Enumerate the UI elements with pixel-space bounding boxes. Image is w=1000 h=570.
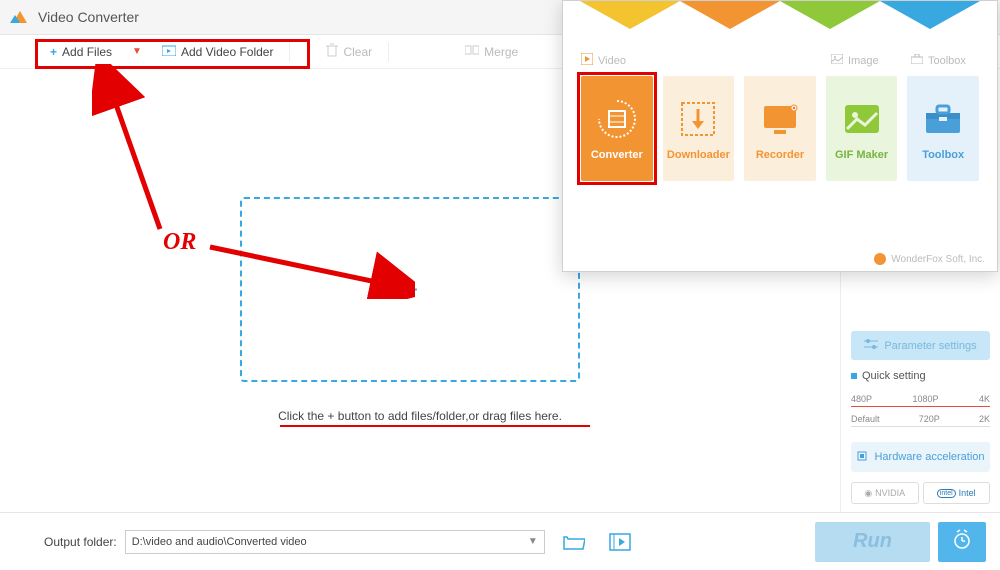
recorder-icon xyxy=(758,97,802,141)
dropdown-caret-icon: ▼ xyxy=(528,536,538,547)
intel-label: Intel xyxy=(959,488,976,498)
header-video: Video xyxy=(581,53,831,68)
open-folder-button[interactable] xyxy=(557,525,591,559)
output-folder-label: Output folder: xyxy=(44,535,117,549)
popup-footer: WonderFox Soft, Inc. xyxy=(874,253,985,265)
header-image: Image xyxy=(831,54,911,67)
popup-headers: Video Image Toolbox xyxy=(563,29,997,76)
hardware-accel-label: Hardware acceleration xyxy=(874,451,984,463)
annotation-arrow-right-icon xyxy=(205,239,415,299)
scale-bottom: Default 720P 2K xyxy=(851,414,990,424)
scale-1080p: 1080P xyxy=(912,394,938,404)
tile-recorder-label: Recorder xyxy=(756,149,804,161)
play-icon xyxy=(581,53,593,68)
add-folder-label: Add Video Folder xyxy=(181,45,274,59)
quality-scale[interactable]: 480P 1080P 4K Default 720P 2K xyxy=(851,392,990,432)
scale-480p: 480P xyxy=(851,394,872,404)
scale-line-gray xyxy=(851,426,990,427)
tiles-row: Converter Downloader Recorder GIF Maker … xyxy=(563,76,997,181)
header-image-label: Image xyxy=(848,55,879,67)
annotation-or-text: OR xyxy=(163,229,196,256)
clear-button[interactable]: Clear xyxy=(314,35,384,68)
schedule-button[interactable] xyxy=(938,522,986,562)
bottombar: Output folder: D:\video and audio\Conver… xyxy=(0,512,1000,570)
scale-line-red xyxy=(851,406,990,407)
parameter-settings-button[interactable]: Parameter settings xyxy=(851,331,990,361)
drop-hint: Click the + button to add files/folder,o… xyxy=(278,409,562,423)
tile-toolbox[interactable]: Toolbox xyxy=(907,76,979,181)
add-files-dropdown-icon[interactable]: ▼ xyxy=(132,46,142,57)
divider xyxy=(289,42,290,62)
folder-video-icon xyxy=(162,44,176,59)
header-toolbox: Toolbox xyxy=(911,54,966,67)
deco-triangle-icon xyxy=(880,1,980,29)
scale-top: 480P 1080P 4K xyxy=(851,394,990,404)
nvidia-badge[interactable]: ◉ NVIDIA xyxy=(851,482,919,504)
sliders-icon xyxy=(864,338,878,353)
output-folder-path: D:\video and audio\Converted video xyxy=(132,536,307,548)
annotation-underline xyxy=(280,425,590,427)
run-button[interactable]: Run xyxy=(815,522,930,562)
add-files-label: Add Files xyxy=(62,45,112,59)
image-icon xyxy=(831,54,843,67)
clear-label: Clear xyxy=(343,45,372,59)
toolbox-header-icon xyxy=(911,54,923,67)
scale-4k: 4K xyxy=(979,394,990,404)
trash-icon xyxy=(326,43,338,60)
dot-icon xyxy=(851,373,857,379)
wonderfox-logo-icon xyxy=(874,253,886,265)
app-title: Video Converter xyxy=(38,9,139,25)
quick-setting-text: Quick setting xyxy=(862,370,926,382)
merge-label: Merge xyxy=(484,45,518,59)
run-label: Run xyxy=(853,530,892,553)
scale-2k: 2K xyxy=(979,414,990,424)
intel-badge[interactable]: intel Intel xyxy=(923,482,991,504)
vendor-row: ◉ NVIDIA intel Intel xyxy=(851,482,990,504)
merge-icon xyxy=(465,44,479,59)
tile-converter[interactable]: Converter xyxy=(581,76,653,181)
tile-downloader-label: Downloader xyxy=(667,149,730,161)
chip-icon xyxy=(856,450,868,465)
clock-icon xyxy=(951,528,973,556)
header-toolbox-label: Toolbox xyxy=(928,55,966,67)
nvidia-label: NVIDIA xyxy=(875,488,905,498)
module-popup: Video Image Toolbox Converter D xyxy=(562,0,998,272)
tile-converter-label: Converter xyxy=(591,149,643,161)
tile-toolbox-label: Toolbox xyxy=(922,149,964,161)
downloader-icon xyxy=(676,97,720,141)
annotation-arrow-up-icon xyxy=(92,64,172,234)
tile-gif[interactable]: GIF Maker xyxy=(826,76,898,181)
parameter-settings-label: Parameter settings xyxy=(884,340,976,352)
app-logo-icon xyxy=(10,7,30,27)
header-video-label: Video xyxy=(598,55,626,67)
merge-button[interactable]: Merge xyxy=(453,35,530,68)
tile-gif-label: GIF Maker xyxy=(835,149,888,161)
output-folder-select[interactable]: D:\video and audio\Converted video ▼ xyxy=(125,530,545,554)
gif-icon xyxy=(840,97,884,141)
deco-triangle-icon xyxy=(580,1,680,29)
hardware-accel-button[interactable]: Hardware acceleration xyxy=(851,442,990,472)
video-preview-button[interactable] xyxy=(603,525,637,559)
tile-downloader[interactable]: Downloader xyxy=(663,76,735,181)
scale-default: Default xyxy=(851,414,880,424)
toolbox-icon xyxy=(921,97,965,141)
nvidia-icon: ◉ xyxy=(864,488,872,499)
deco-triangle-icon xyxy=(780,1,880,29)
plus-icon: + xyxy=(50,45,57,59)
tile-recorder[interactable]: Recorder xyxy=(744,76,816,181)
quick-setting-label-row: Quick setting xyxy=(851,370,990,382)
deco-triangle-icon xyxy=(680,1,780,29)
popup-decoration xyxy=(563,1,997,29)
intel-icon: intel xyxy=(937,489,956,498)
popup-footer-text: WonderFox Soft, Inc. xyxy=(891,254,985,265)
divider xyxy=(388,42,389,62)
scale-720p: 720P xyxy=(919,414,940,424)
converter-icon xyxy=(595,97,639,141)
